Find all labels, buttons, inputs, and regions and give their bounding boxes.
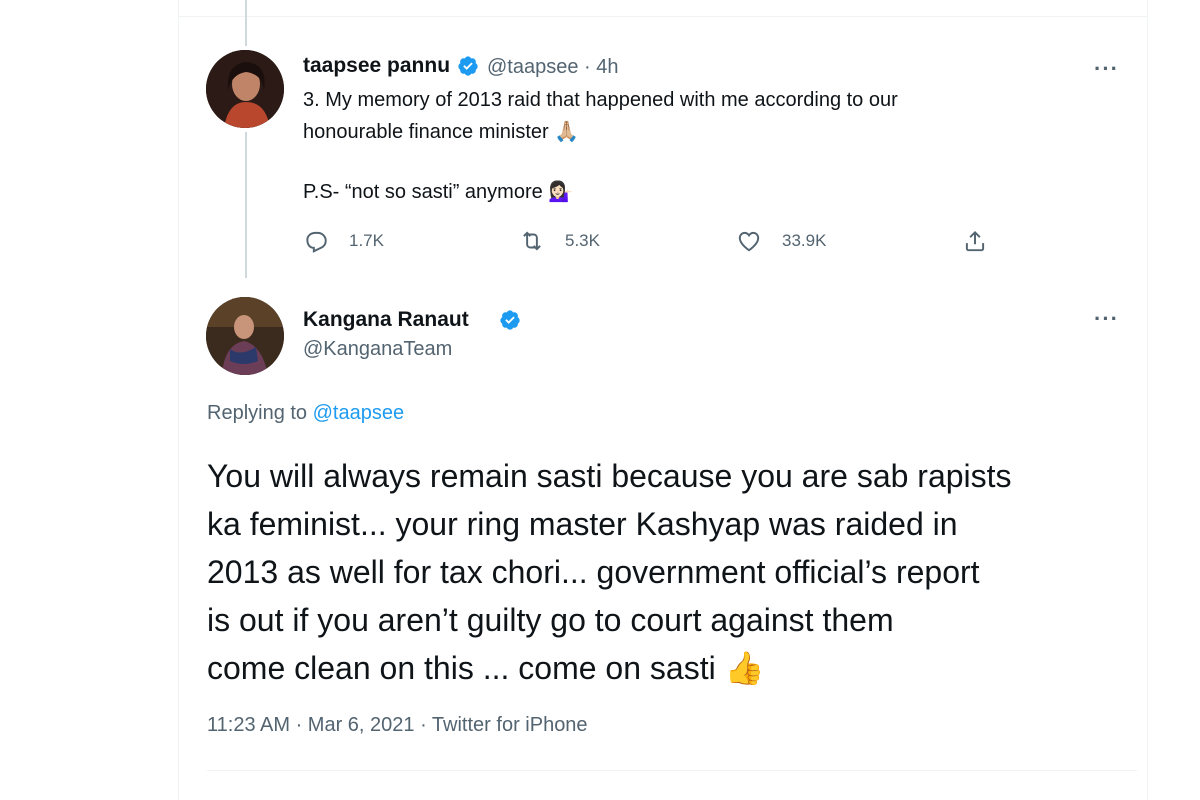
mention-link[interactable]: @taapsee xyxy=(313,402,404,424)
timestamp[interactable]: 4h xyxy=(596,56,618,78)
share-icon xyxy=(965,230,985,252)
divider xyxy=(179,16,1147,17)
more-options-button[interactable]: ··· xyxy=(1094,56,1119,82)
like-button[interactable]: 33.9K xyxy=(736,226,826,256)
verified-badge-icon xyxy=(500,310,520,330)
thread-connector-line xyxy=(245,132,247,278)
heart-icon xyxy=(738,231,760,252)
retweet-count: 5.3K xyxy=(565,231,600,250)
retweet-button[interactable]: 5.3K xyxy=(519,226,600,256)
reply-icon xyxy=(306,231,327,253)
tweet-text-line: 3. My memory of 2013 raid that happened … xyxy=(303,89,898,111)
replying-to-line: Replying to @taapsee xyxy=(207,402,404,425)
replying-label: Replying to xyxy=(207,402,308,424)
tweet-text-line: honourable finance minister 🙏🏼 xyxy=(303,121,580,143)
handle[interactable]: @taapsee xyxy=(487,56,578,78)
like-count: 33.9K xyxy=(782,231,827,250)
right-margin xyxy=(1147,0,1200,800)
reply-button[interactable]: 1.7K xyxy=(303,226,384,256)
display-name[interactable]: taapsee pannu xyxy=(303,54,450,78)
reply-count: 1.7K xyxy=(349,231,384,250)
thread-connector-line xyxy=(245,0,247,46)
left-margin xyxy=(0,0,178,800)
avatar[interactable] xyxy=(206,50,284,128)
divider xyxy=(207,770,1137,771)
handle[interactable]: @KanganaTeam xyxy=(303,338,452,361)
tweet-thread-column: taapsee pannu @taapsee · 4h ··· 3. My me… xyxy=(178,0,1148,800)
retweet-icon xyxy=(523,231,541,251)
more-options-button[interactable]: ··· xyxy=(1094,306,1119,332)
tweet-text-line: P.S- “not so sasti” anymore 💁🏻‍♀️ xyxy=(303,181,574,203)
verified-badge-icon xyxy=(458,56,478,76)
tweet-text: You will always remain sasti because you… xyxy=(207,458,1012,686)
avatar[interactable] xyxy=(206,297,284,375)
handle-and-time: @taapsee · 4h xyxy=(487,56,619,78)
share-button[interactable] xyxy=(962,226,988,256)
tweet-metadata[interactable]: 11:23 AM · Mar 6, 2021 · Twitter for iPh… xyxy=(207,714,588,737)
display-name[interactable]: Kangana Ranaut xyxy=(303,308,469,332)
